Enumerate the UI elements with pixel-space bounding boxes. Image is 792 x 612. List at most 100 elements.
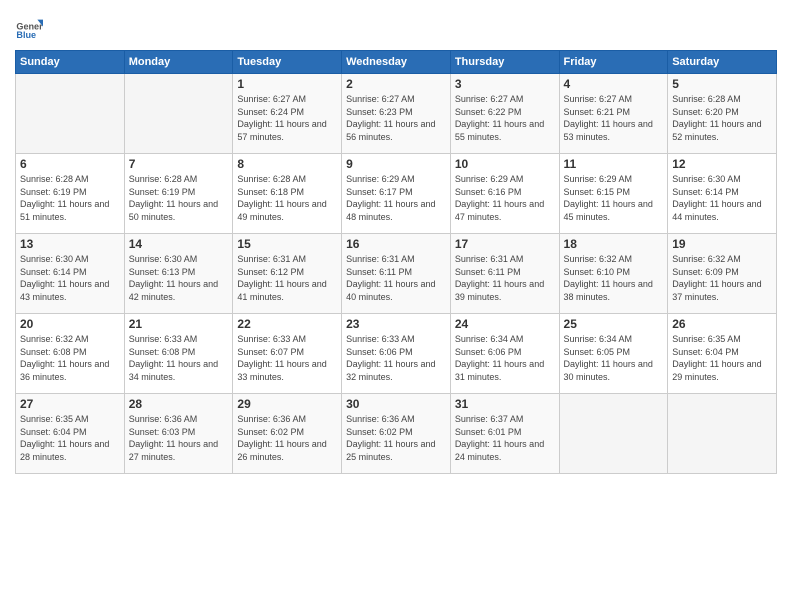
- day-number: 16: [346, 237, 446, 251]
- day-number: 8: [237, 157, 337, 171]
- calendar-cell: 4Sunrise: 6:27 AM Sunset: 6:21 PM Daylig…: [559, 74, 668, 154]
- day-header-tuesday: Tuesday: [233, 51, 342, 74]
- day-info: Sunrise: 6:33 AM Sunset: 6:06 PM Dayligh…: [346, 333, 446, 383]
- header: General Blue: [15, 10, 777, 42]
- logo: General Blue: [15, 14, 47, 42]
- day-info: Sunrise: 6:37 AM Sunset: 6:01 PM Dayligh…: [455, 413, 555, 463]
- day-number: 20: [20, 317, 120, 331]
- day-info: Sunrise: 6:29 AM Sunset: 6:16 PM Dayligh…: [455, 173, 555, 223]
- calendar-cell: [16, 74, 125, 154]
- day-header-saturday: Saturday: [668, 51, 777, 74]
- day-number: 3: [455, 77, 555, 91]
- day-info: Sunrise: 6:34 AM Sunset: 6:06 PM Dayligh…: [455, 333, 555, 383]
- day-info: Sunrise: 6:36 AM Sunset: 6:02 PM Dayligh…: [237, 413, 337, 463]
- day-info: Sunrise: 6:32 AM Sunset: 6:10 PM Dayligh…: [564, 253, 664, 303]
- calendar-cell: 10 Sunrise: 6:29 AM Sunset: 6:16 PM Dayli…: [450, 154, 559, 234]
- day-number: 13: [20, 237, 120, 251]
- calendar-cell: 19 Sunrise: 6:32 AM Sunset: 6:09 PM Dayli…: [668, 234, 777, 314]
- day-info: Sunrise: 6:28 AM Sunset: 6:19 PM Dayligh…: [20, 173, 120, 223]
- calendar-cell: 6 Sunrise: 6:28 AM Sunset: 6:19 PM Daylig…: [16, 154, 125, 234]
- day-info: Sunrise: 6:29 AM Sunset: 6:17 PM Dayligh…: [346, 173, 446, 223]
- calendar-cell: 16 Sunrise: 6:31 AM Sunset: 6:11 PM Dayli…: [342, 234, 451, 314]
- day-header-friday: Friday: [559, 51, 668, 74]
- day-header-wednesday: Wednesday: [342, 51, 451, 74]
- logo-icon: General Blue: [15, 14, 43, 42]
- day-number: 11: [564, 157, 664, 171]
- day-number: 23: [346, 317, 446, 331]
- calendar-cell: 3 Sunrise: 6:27 AM Sunset: 6:22 PM Daylig…: [450, 74, 559, 154]
- day-number: 9: [346, 157, 446, 171]
- calendar-header-row: SundayMondayTuesdayWednesdayThursdayFrid…: [16, 51, 777, 74]
- day-info: Sunrise: 6:35 AM Sunset: 6:04 PM Dayligh…: [20, 413, 120, 463]
- day-number: 30: [346, 397, 446, 411]
- calendar-week-2: 6 Sunrise: 6:28 AM Sunset: 6:19 PM Daylig…: [16, 154, 777, 234]
- calendar-cell: 11 Sunrise: 6:29 AM Sunset: 6:15 PM Dayli…: [559, 154, 668, 234]
- day-info: Sunrise: 6:27 AM Sunset: 6:21 PM Dayligh…: [564, 93, 664, 143]
- day-info: Sunrise: 6:28 AM Sunset: 6:19 PM Dayligh…: [129, 173, 229, 223]
- day-info: Sunrise: 6:36 AM Sunset: 6:03 PM Dayligh…: [129, 413, 229, 463]
- calendar-cell: 22 Sunrise: 6:33 AM Sunset: 6:07 PM Dayli…: [233, 314, 342, 394]
- day-info: Sunrise: 6:33 AM Sunset: 6:07 PM Dayligh…: [237, 333, 337, 383]
- day-number: 1: [237, 77, 337, 91]
- day-info: Sunrise: 6:34 AM Sunset: 6:05 PM Dayligh…: [564, 333, 664, 383]
- calendar-cell: 27Sunrise: 6:35 AM Sunset: 6:04 PM Dayli…: [16, 394, 125, 474]
- calendar-cell: 28 Sunrise: 6:36 AM Sunset: 6:03 PM Dayli…: [124, 394, 233, 474]
- calendar-cell: [124, 74, 233, 154]
- calendar-week-1: 1Sunrise: 6:27 AM Sunset: 6:24 PM Daylig…: [16, 74, 777, 154]
- day-header-monday: Monday: [124, 51, 233, 74]
- day-number: 7: [129, 157, 229, 171]
- calendar-cell: [668, 394, 777, 474]
- calendar-week-5: 27Sunrise: 6:35 AM Sunset: 6:04 PM Dayli…: [16, 394, 777, 474]
- day-info: Sunrise: 6:33 AM Sunset: 6:08 PM Dayligh…: [129, 333, 229, 383]
- day-info: Sunrise: 6:32 AM Sunset: 6:08 PM Dayligh…: [20, 333, 120, 383]
- main-container: General Blue SundayMondayTuesdayWednesda…: [0, 0, 792, 484]
- day-info: Sunrise: 6:31 AM Sunset: 6:12 PM Dayligh…: [237, 253, 337, 303]
- day-number: 22: [237, 317, 337, 331]
- day-info: Sunrise: 6:27 AM Sunset: 6:22 PM Dayligh…: [455, 93, 555, 143]
- day-number: 19: [672, 237, 772, 251]
- day-number: 12: [672, 157, 772, 171]
- day-number: 29: [237, 397, 337, 411]
- day-number: 26: [672, 317, 772, 331]
- day-info: Sunrise: 6:30 AM Sunset: 6:14 PM Dayligh…: [20, 253, 120, 303]
- day-info: Sunrise: 6:30 AM Sunset: 6:14 PM Dayligh…: [672, 173, 772, 223]
- calendar-cell: 2 Sunrise: 6:27 AM Sunset: 6:23 PM Daylig…: [342, 74, 451, 154]
- day-number: 5: [672, 77, 772, 91]
- calendar-cell: 12 Sunrise: 6:30 AM Sunset: 6:14 PM Dayli…: [668, 154, 777, 234]
- day-info: Sunrise: 6:35 AM Sunset: 6:04 PM Dayligh…: [672, 333, 772, 383]
- day-number: 6: [20, 157, 120, 171]
- day-info: Sunrise: 6:30 AM Sunset: 6:13 PM Dayligh…: [129, 253, 229, 303]
- day-number: 17: [455, 237, 555, 251]
- calendar-cell: 17 Sunrise: 6:31 AM Sunset: 6:11 PM Dayli…: [450, 234, 559, 314]
- calendar-cell: 9 Sunrise: 6:29 AM Sunset: 6:17 PM Daylig…: [342, 154, 451, 234]
- calendar-cell: [559, 394, 668, 474]
- day-info: Sunrise: 6:28 AM Sunset: 6:18 PM Dayligh…: [237, 173, 337, 223]
- calendar-cell: 30Sunrise: 6:36 AM Sunset: 6:02 PM Dayli…: [342, 394, 451, 474]
- calendar-cell: 1Sunrise: 6:27 AM Sunset: 6:24 PM Daylig…: [233, 74, 342, 154]
- calendar-week-3: 13 Sunrise: 6:30 AM Sunset: 6:14 PM Dayli…: [16, 234, 777, 314]
- day-info: Sunrise: 6:31 AM Sunset: 6:11 PM Dayligh…: [455, 253, 555, 303]
- day-header-thursday: Thursday: [450, 51, 559, 74]
- calendar-cell: 23 Sunrise: 6:33 AM Sunset: 6:06 PM Dayli…: [342, 314, 451, 394]
- calendar-cell: 31 Sunrise: 6:37 AM Sunset: 6:01 PM Dayli…: [450, 394, 559, 474]
- day-number: 14: [129, 237, 229, 251]
- day-info: Sunrise: 6:31 AM Sunset: 6:11 PM Dayligh…: [346, 253, 446, 303]
- day-number: 2: [346, 77, 446, 91]
- calendar-table: SundayMondayTuesdayWednesdayThursdayFrid…: [15, 50, 777, 474]
- calendar-cell: 29 Sunrise: 6:36 AM Sunset: 6:02 PM Dayli…: [233, 394, 342, 474]
- day-number: 15: [237, 237, 337, 251]
- day-number: 28: [129, 397, 229, 411]
- day-header-sunday: Sunday: [16, 51, 125, 74]
- calendar-cell: 18Sunrise: 6:32 AM Sunset: 6:10 PM Dayli…: [559, 234, 668, 314]
- day-number: 31: [455, 397, 555, 411]
- day-number: 21: [129, 317, 229, 331]
- day-info: Sunrise: 6:28 AM Sunset: 6:20 PM Dayligh…: [672, 93, 772, 143]
- day-number: 10: [455, 157, 555, 171]
- day-info: Sunrise: 6:32 AM Sunset: 6:09 PM Dayligh…: [672, 253, 772, 303]
- calendar-cell: 14 Sunrise: 6:30 AM Sunset: 6:13 PM Dayli…: [124, 234, 233, 314]
- svg-text:Blue: Blue: [16, 30, 36, 40]
- calendar-cell: 20 Sunrise: 6:32 AM Sunset: 6:08 PM Dayli…: [16, 314, 125, 394]
- day-info: Sunrise: 6:27 AM Sunset: 6:23 PM Dayligh…: [346, 93, 446, 143]
- calendar-week-4: 20 Sunrise: 6:32 AM Sunset: 6:08 PM Dayli…: [16, 314, 777, 394]
- day-info: Sunrise: 6:29 AM Sunset: 6:15 PM Dayligh…: [564, 173, 664, 223]
